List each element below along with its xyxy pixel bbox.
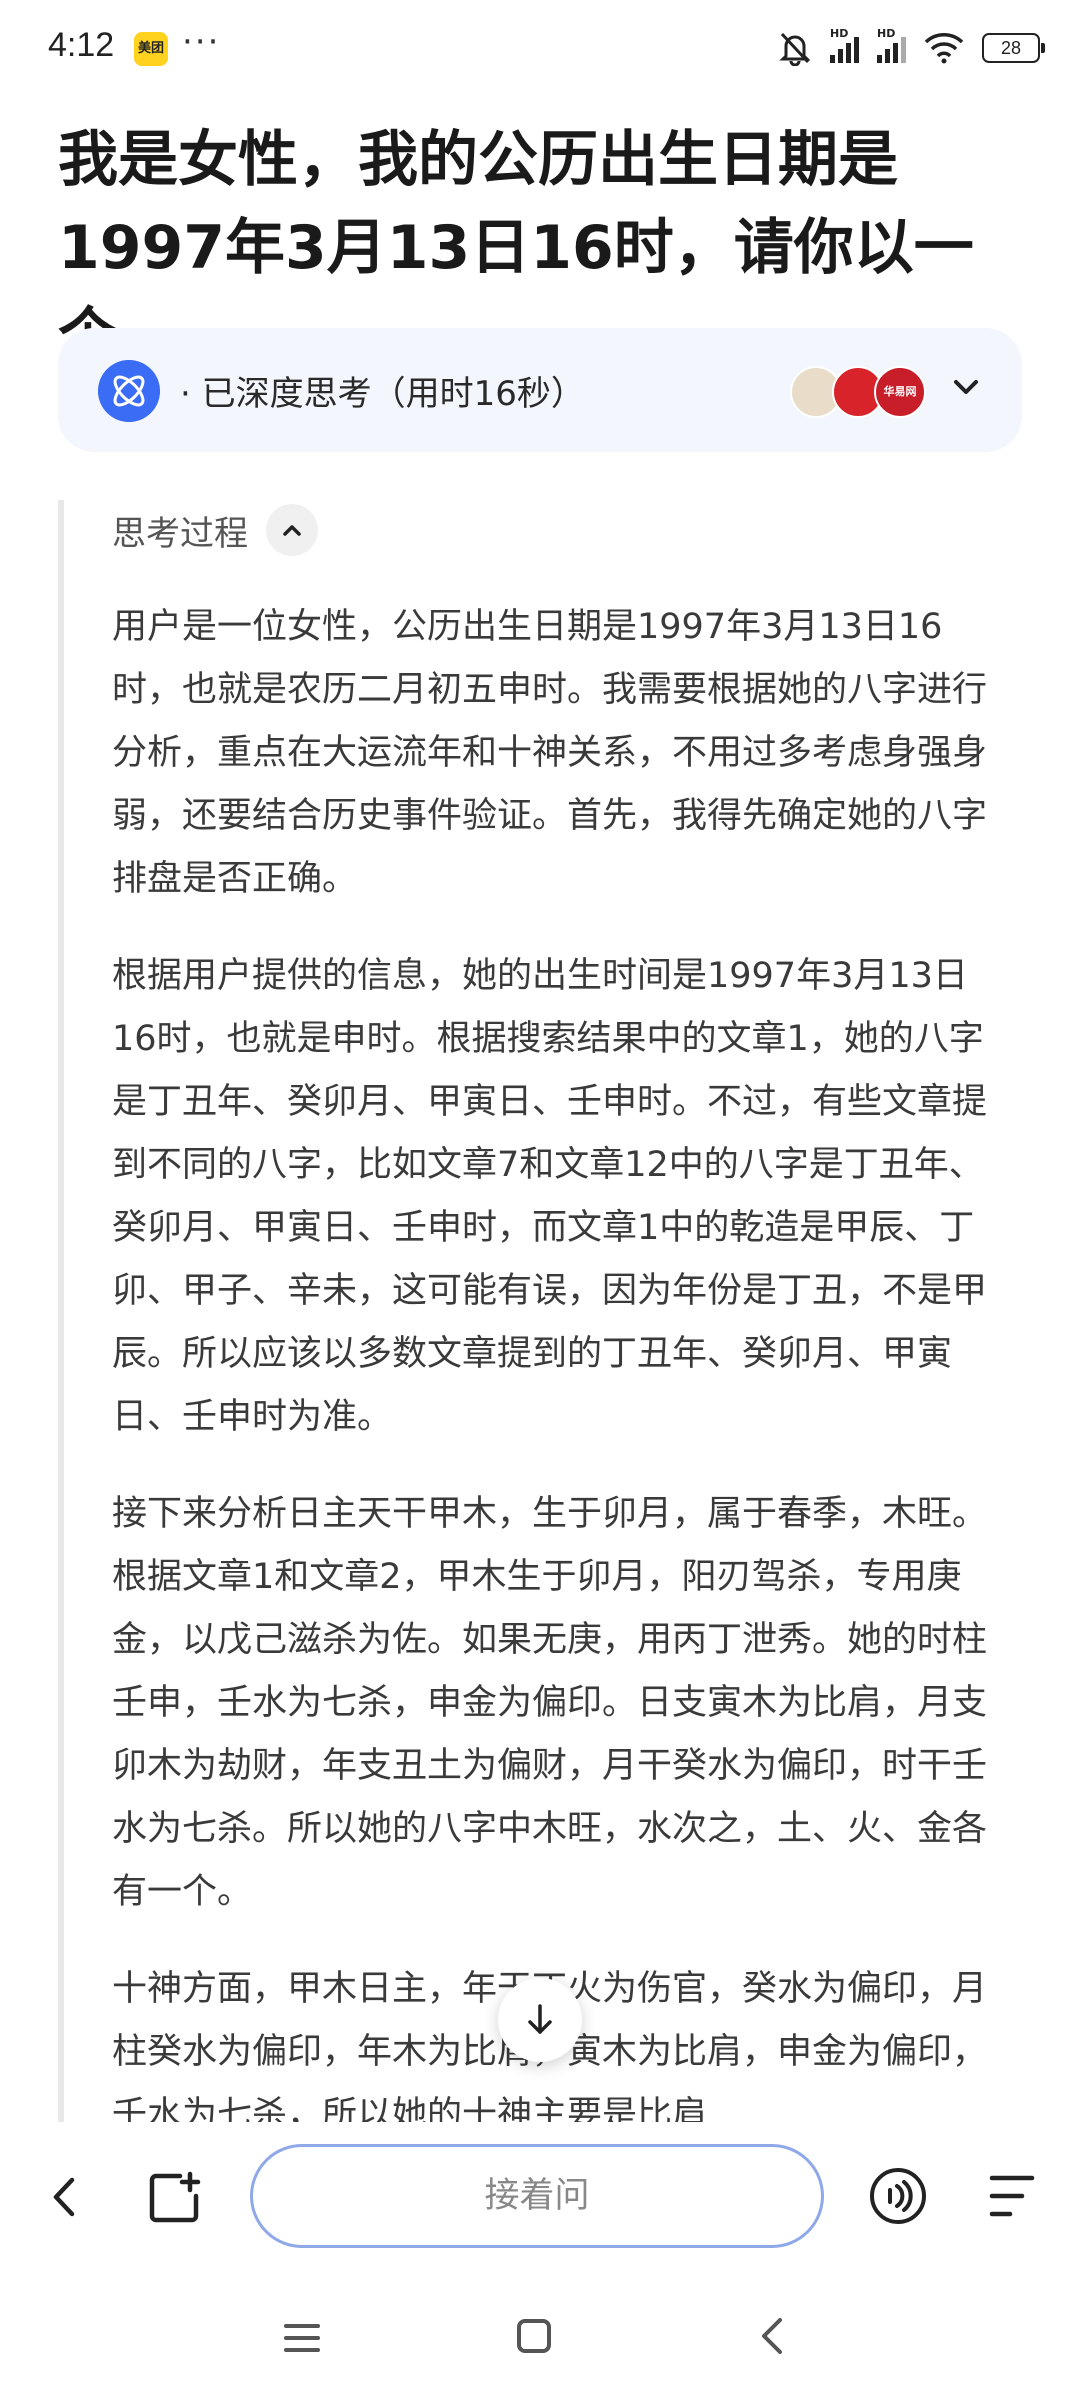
nav-back-icon[interactable] — [752, 2314, 792, 2358]
status-icons: HD HD 28 — [778, 27, 1045, 68]
deep-think-status: · 已深度思考（用时16秒） — [180, 374, 585, 414]
battery-icon: 28 — [982, 33, 1045, 63]
chevron-up-icon — [283, 525, 301, 536]
signal-1-icon: HD — [830, 27, 859, 63]
menu-icon[interactable] — [986, 2168, 1038, 2224]
wifi-icon — [924, 33, 964, 64]
voice-icon[interactable] — [868, 2166, 928, 2226]
collapse-button[interactable] — [266, 504, 318, 556]
source-avatar: 华易网 — [874, 366, 926, 418]
bottom-toolbar: 接着问 — [0, 2124, 1080, 2284]
source-avatars[interactable]: source-1 source-2 华易网 — [790, 366, 926, 418]
status-time: 4:12 — [48, 26, 115, 64]
ask-followup-input[interactable]: 接着问 — [250, 2144, 824, 2248]
more-notifications-icon: ··· — [182, 22, 221, 62]
thought-paragraph: 用户是一位女性，公历出生日期是1997年3月13日16时，也就是农历二月初五申时… — [112, 607, 988, 899]
thought-paragraph: 接下来分析日主天干甲木，生于卯月，属于春季，木旺。根据文章1和文章2，甲木生于卯… — [112, 1494, 988, 1912]
deepseek-logo-icon — [98, 360, 160, 422]
arrow-down-icon — [528, 2004, 552, 2034]
recent-apps-icon[interactable] — [282, 2318, 322, 2358]
chevron-down-icon[interactable] — [946, 368, 986, 408]
new-chat-icon[interactable] — [146, 2168, 206, 2228]
deep-think-card[interactable]: · 已深度思考（用时16秒） source-1 source-2 华易网 — [58, 328, 1022, 452]
thought-process-header[interactable]: 思考过程 — [112, 500, 318, 560]
scroll-to-bottom-button[interactable] — [498, 1978, 582, 2062]
home-icon[interactable] — [514, 2316, 554, 2356]
thought-process-section: 思考过程 用户是一位女性，公历出生日期是1997年3月13日16时，也就是农历二… — [58, 500, 1028, 2122]
thought-paragraphs: 用户是一位女性，公历出生日期是1997年3月13日16时，也就是农历二月初五申时… — [112, 596, 1012, 2122]
signal-2-icon: HD — [877, 27, 906, 63]
silent-bell-icon — [779, 32, 811, 66]
status-bar: 4:12 美团 ··· HD HD 28 — [0, 0, 1080, 100]
thought-process-label: 思考过程 — [112, 513, 248, 554]
meituan-notification-icon: 美团 — [134, 32, 168, 66]
back-icon[interactable] — [42, 2172, 86, 2222]
system-nav-bar — [0, 2284, 1080, 2400]
thought-paragraph: 根据用户提供的信息，她的出生时间是1997年3月13日16时，也就是申时。根据搜… — [112, 956, 988, 1437]
